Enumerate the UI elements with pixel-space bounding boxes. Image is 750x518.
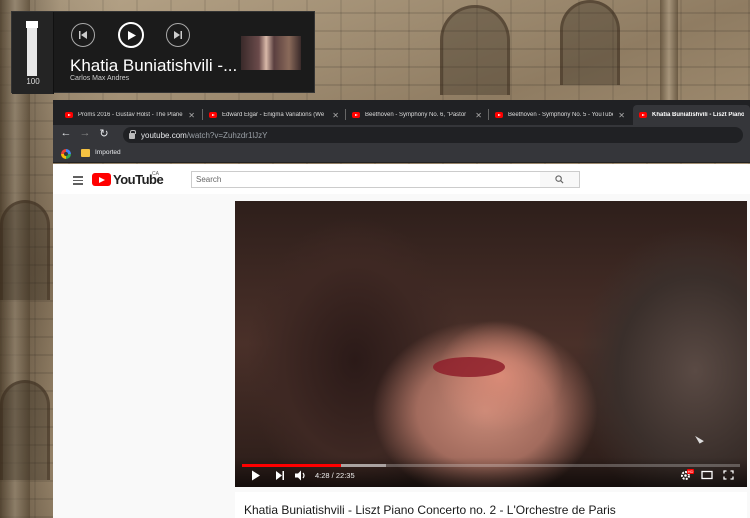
volume-thumb[interactable] xyxy=(26,21,38,28)
reload-icon[interactable]: ↻ xyxy=(97,127,111,140)
tab-label: Edward Elgar - Enigma Variations (We xyxy=(222,112,325,118)
tab-beethoven-6[interactable]: Beethoven - Symphony No. 6, "Pastor ✕ xyxy=(346,105,488,125)
media-thumbnail xyxy=(241,36,301,70)
next-track-button[interactable] xyxy=(166,23,190,47)
youtube-favicon-icon xyxy=(639,112,647,118)
search-button[interactable] xyxy=(540,171,580,188)
tab-close-icon[interactable]: ✕ xyxy=(475,111,482,120)
youtube-page: YouTube CA 4:28 / 22:35 xyxy=(53,164,750,518)
hd-badge: HD xyxy=(687,469,694,474)
video-title: Khatia Buniatishvili - Liszt Piano Conce… xyxy=(244,503,616,517)
video-controls: 4:28 / 22:35 HD xyxy=(235,457,747,487)
tab-close-icon[interactable]: ✕ xyxy=(188,111,195,120)
fullscreen-button[interactable] xyxy=(723,470,734,483)
wallpaper-column xyxy=(660,0,678,100)
next-button[interactable] xyxy=(275,470,285,484)
tab-label: Beethoven - Symphony No. 5 - YouTube xyxy=(508,112,614,118)
menu-icon[interactable] xyxy=(73,176,83,187)
youtube-favicon-icon xyxy=(65,112,73,118)
search-icon xyxy=(555,175,564,184)
next-icon xyxy=(276,471,284,480)
media-artist: Carlos Max Andres xyxy=(70,75,130,82)
browser-tabstrip: Proms 2016 - Gustav Holst - The Plane ✕ … xyxy=(53,100,750,125)
country-code: CA xyxy=(152,171,159,177)
video-frame-detail xyxy=(433,357,505,377)
previous-track-button[interactable] xyxy=(71,23,95,47)
next-track-icon xyxy=(174,31,182,39)
wallpaper-window xyxy=(0,380,50,480)
tab-label: Khatia Buniatishvili - Liszt Piano Co xyxy=(652,112,744,118)
youtube-favicon-icon xyxy=(209,112,217,118)
tab-elgar-enigma[interactable]: Edward Elgar - Enigma Variations (We ✕ xyxy=(203,105,345,125)
forward-icon[interactable]: → xyxy=(78,127,92,139)
time-display: 4:28 / 22:35 xyxy=(315,471,355,480)
previous-track-icon xyxy=(79,31,87,39)
browser-toolbar: ← → ↻ youtube.com/watch?v=Zuhzdr1lJzY xyxy=(53,125,750,145)
folder-icon[interactable] xyxy=(81,149,90,157)
bookmarks-bar: Imported xyxy=(53,145,750,163)
tab-label: Proms 2016 - Gustav Holst - The Plane xyxy=(78,112,183,118)
play-button[interactable] xyxy=(118,22,144,48)
wallpaper-window xyxy=(440,5,510,95)
tab-close-icon[interactable]: ✕ xyxy=(332,111,339,120)
media-overlay: 100 Khatia Buniatishvili -... Carlos Max… xyxy=(11,11,315,94)
video-info: Khatia Buniatishvili - Liszt Piano Conce… xyxy=(235,492,747,518)
youtube-header: YouTube CA xyxy=(53,164,750,194)
tab-proms-holst[interactable]: Proms 2016 - Gustav Holst - The Plane ✕ xyxy=(59,105,201,125)
tab-label: Beethoven - Symphony No. 6, "Pastor xyxy=(365,112,467,118)
progress-bar[interactable] xyxy=(242,464,740,467)
search-input[interactable] xyxy=(191,171,541,188)
bookmark-imported[interactable]: Imported xyxy=(95,149,121,156)
tab-khatia-liszt[interactable]: Khatia Buniatishvili - Liszt Piano Co xyxy=(633,105,750,125)
lock-icon xyxy=(129,130,136,139)
video-player[interactable]: 4:28 / 22:35 HD xyxy=(235,201,747,487)
tab-beethoven-5[interactable]: Beethoven - Symphony No. 5 - YouTube ✕ xyxy=(489,105,631,125)
volume-button[interactable] xyxy=(295,470,307,484)
wallpaper-window xyxy=(0,200,50,300)
theater-mode-button[interactable] xyxy=(701,470,713,483)
youtube-favicon-icon xyxy=(352,112,360,118)
url-path: /watch?v=Zuhzdr1lJzY xyxy=(186,130,268,140)
theater-mode-icon xyxy=(701,470,713,480)
progress-played xyxy=(242,464,341,467)
volume-fill xyxy=(27,21,37,76)
media-track-title: Khatia Buniatishvili -... xyxy=(70,56,238,75)
wallpaper-window xyxy=(560,0,620,85)
volume-slider[interactable] xyxy=(26,21,38,76)
video-frame xyxy=(235,201,747,487)
play-icon xyxy=(127,30,136,40)
google-icon[interactable] xyxy=(61,149,71,159)
fullscreen-icon xyxy=(723,470,734,480)
back-icon[interactable]: ← xyxy=(59,127,73,139)
url-domain: youtube.com xyxy=(141,130,187,140)
volume-panel: 100 xyxy=(12,12,54,94)
play-button[interactable] xyxy=(251,470,261,484)
tab-close-icon[interactable]: ✕ xyxy=(618,111,625,120)
play-icon xyxy=(252,470,260,481)
address-bar[interactable]: youtube.com/watch?v=Zuhzdr1lJzY xyxy=(123,127,743,143)
youtube-favicon-icon xyxy=(495,112,503,118)
youtube-logo-icon[interactable] xyxy=(92,173,111,186)
volume-value: 100 xyxy=(26,77,40,86)
volume-icon xyxy=(295,470,305,481)
